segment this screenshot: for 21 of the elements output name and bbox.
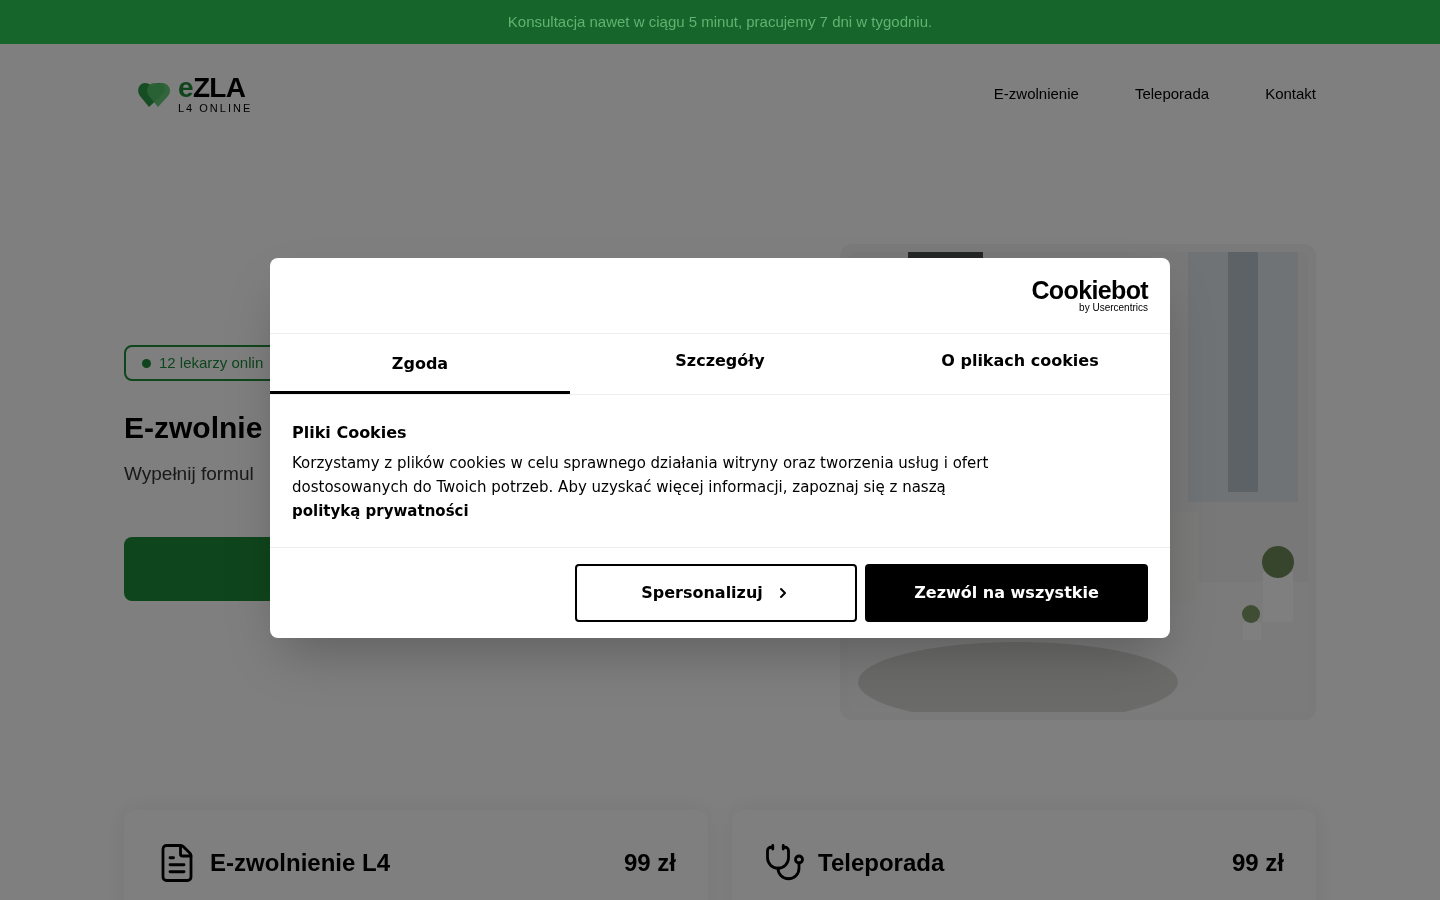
logo-text[interactable]: eZLA L4 ONLINE xyxy=(178,74,253,114)
customize-button[interactable]: Spersonalizuj xyxy=(575,564,857,622)
cookiebot-logo: Cookiebot by Usercentrics xyxy=(1031,278,1148,313)
service-title: E-zwolnienie L4 xyxy=(210,848,391,878)
nav-link[interactable]: E-zwolnienie xyxy=(993,82,1079,106)
privacy-policy-link[interactable]: polityką prywatności xyxy=(292,502,469,520)
dialog-tab[interactable]: Szczegóły xyxy=(570,334,870,394)
announcement-text: Konsultacja nawet w ciągu 5 minut, pracujemy 7 dni w tygodniu. xyxy=(507,11,933,32)
dialog-body: Korzystamy z plików cookies w celu sprawnego działania witryny oraz tworzenia usług i ofert dostosowanych do Twoich potrzeb. Aby uzyskać więcej informacji, zapoznaj się z naszą polityką prywatności xyxy=(292,453,990,522)
service-price: 99 zł xyxy=(623,848,676,878)
hero-title: E-zwolnie xyxy=(124,410,263,446)
nav-link[interactable]: Teleporada xyxy=(1134,82,1210,106)
service-price: 99 zł xyxy=(1231,848,1284,878)
dialog-tab[interactable]: Zgoda xyxy=(270,334,570,394)
dialog-tab[interactable]: O plikach cookies xyxy=(870,334,1170,394)
hero-subtitle: Wypełnij formul xyxy=(124,462,254,486)
badge-text: 12 lekarzy onlin xyxy=(159,352,264,373)
dialog-heading: Pliki Cookies xyxy=(292,422,408,444)
nav-link[interactable]: Kontakt xyxy=(1265,82,1316,106)
allow-all-button[interactable]: Zezwól na wszystkie xyxy=(865,564,1148,622)
service-title: Teleporada xyxy=(818,848,945,878)
